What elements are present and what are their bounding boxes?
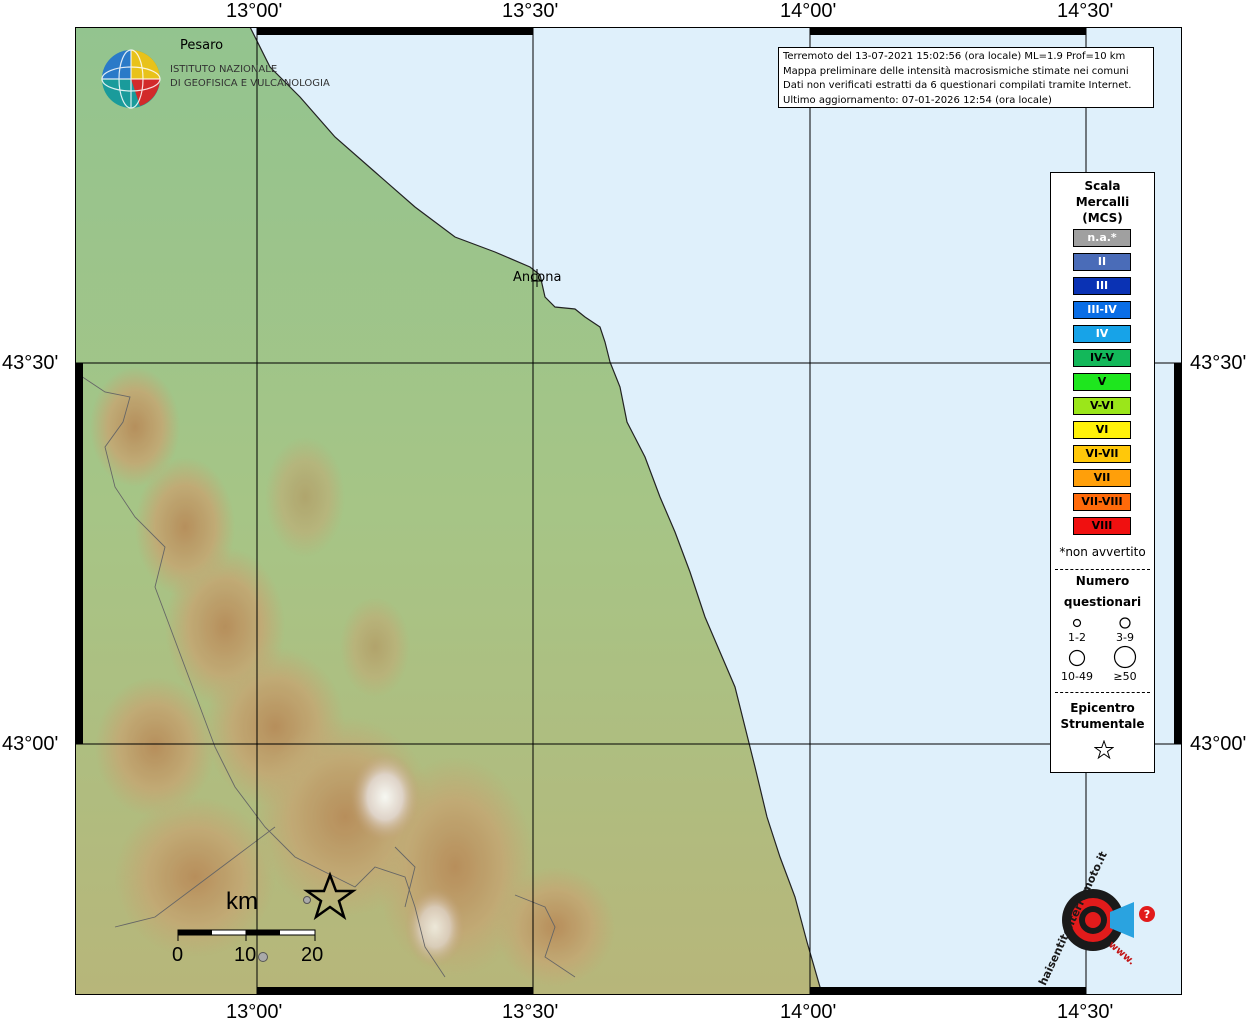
mcs-swatch: II (1073, 253, 1131, 271)
scale-label-0: 0 (172, 944, 184, 966)
right-tick-43-30: 43°30' (1190, 352, 1247, 374)
map-canvas (75, 27, 1182, 995)
mcs-swatch: V (1073, 373, 1131, 391)
bottom-tick-14-00: 14°00' (780, 1001, 837, 1023)
star-icon (1094, 740, 1114, 760)
event-info-line: Dati non verificati estratti da 6 questi… (783, 80, 1132, 91)
scale-label-20: 20 (301, 944, 324, 966)
event-info-line: Ultimo aggiornamento: 07-01-2026 12:54 (… (783, 94, 1052, 106)
top-tick-14-30: 14°30' (1057, 0, 1114, 22)
svg-text:?: ? (1144, 908, 1150, 921)
count-label: 10-49 (1061, 670, 1093, 683)
mcs-swatch: VII (1073, 469, 1131, 487)
bottom-tick-14-30: 14°30' (1057, 1001, 1114, 1023)
questionnaire-marker[interactable] (303, 896, 311, 904)
count-label: 1-2 (1068, 631, 1086, 644)
top-tick-14-00: 14°00' (780, 0, 837, 22)
event-info-box: Terremoto del 13-07-2021 15:02:56 (ora l… (778, 47, 1154, 108)
legend-title-line: (MCS) (1082, 211, 1123, 225)
city-ancona: Ancona (513, 270, 562, 285)
epicenter-title: Epicentro (1070, 701, 1135, 715)
not-felt-note: *non avvertito (1059, 545, 1146, 559)
mcs-swatch: VII-VIII (1073, 493, 1131, 511)
mcs-swatch: VIII (1073, 517, 1131, 535)
bottom-tick-13-00: 13°00' (226, 1001, 283, 1023)
ingv-logo (100, 48, 162, 110)
event-info-line: Mappa preliminare delle intensità macros… (783, 65, 1129, 77)
ingv-logo-line1: ISTITUTO NAZIONALE (170, 64, 278, 75)
left-tick-43-00: 43°00' (2, 733, 59, 755)
count-label: ≥50 (1113, 670, 1137, 683)
questionnaire-marker[interactable] (258, 952, 268, 962)
left-tick-43-30: 43°30' (2, 352, 59, 374)
legend-title-line: Scala (1084, 179, 1121, 193)
legend-divider (1055, 569, 1150, 570)
event-info-line: Terremoto del 13-07-2021 15:02:56 (ora l… (783, 51, 1126, 62)
mcs-legend: Scala Mercalli (MCS) n.a.* II III III-IV IV I… (1050, 172, 1155, 773)
count-label: 3-9 (1116, 631, 1134, 644)
mcs-swatch: III-IV (1073, 301, 1131, 319)
mcs-swatch: IV (1073, 325, 1131, 343)
mcs-swatch: VI-VII (1073, 445, 1131, 463)
count-title: Numero (1075, 574, 1130, 588)
mcs-swatch: n.a.* (1073, 229, 1131, 247)
mcs-swatch: VI (1073, 421, 1131, 439)
top-tick-13-00: 13°00' (226, 0, 283, 22)
mcs-swatch: V-VI (1073, 397, 1131, 415)
epicenter-title: Strumentale (1060, 717, 1145, 731)
scale-label-10: 10 (234, 944, 257, 966)
scale-unit: km (226, 888, 258, 915)
count-title: questionari (1063, 595, 1142, 609)
ingv-logo-line2: DI GEOFISICA E VULCANOLOGIA (170, 78, 330, 89)
legend-title-line: Mercalli (1075, 195, 1130, 209)
bottom-tick-13-30: 13°30' (502, 1001, 559, 1023)
hai-sentito-badge[interactable]: ? haisentitoilterremoto.it www. (1030, 849, 1160, 988)
top-tick-13-30: 13°30' (502, 0, 559, 22)
globe-icon (101, 49, 161, 109)
legend-divider (1055, 692, 1150, 693)
map-frame[interactable] (75, 27, 1182, 995)
mcs-swatch: III (1073, 277, 1131, 295)
right-tick-43-00: 43°00' (1190, 733, 1247, 755)
legend-title: Scala Mercalli (MCS) (1051, 178, 1154, 226)
mcs-swatch: IV-V (1073, 349, 1131, 367)
city-pesaro: Pesaro (180, 38, 224, 53)
